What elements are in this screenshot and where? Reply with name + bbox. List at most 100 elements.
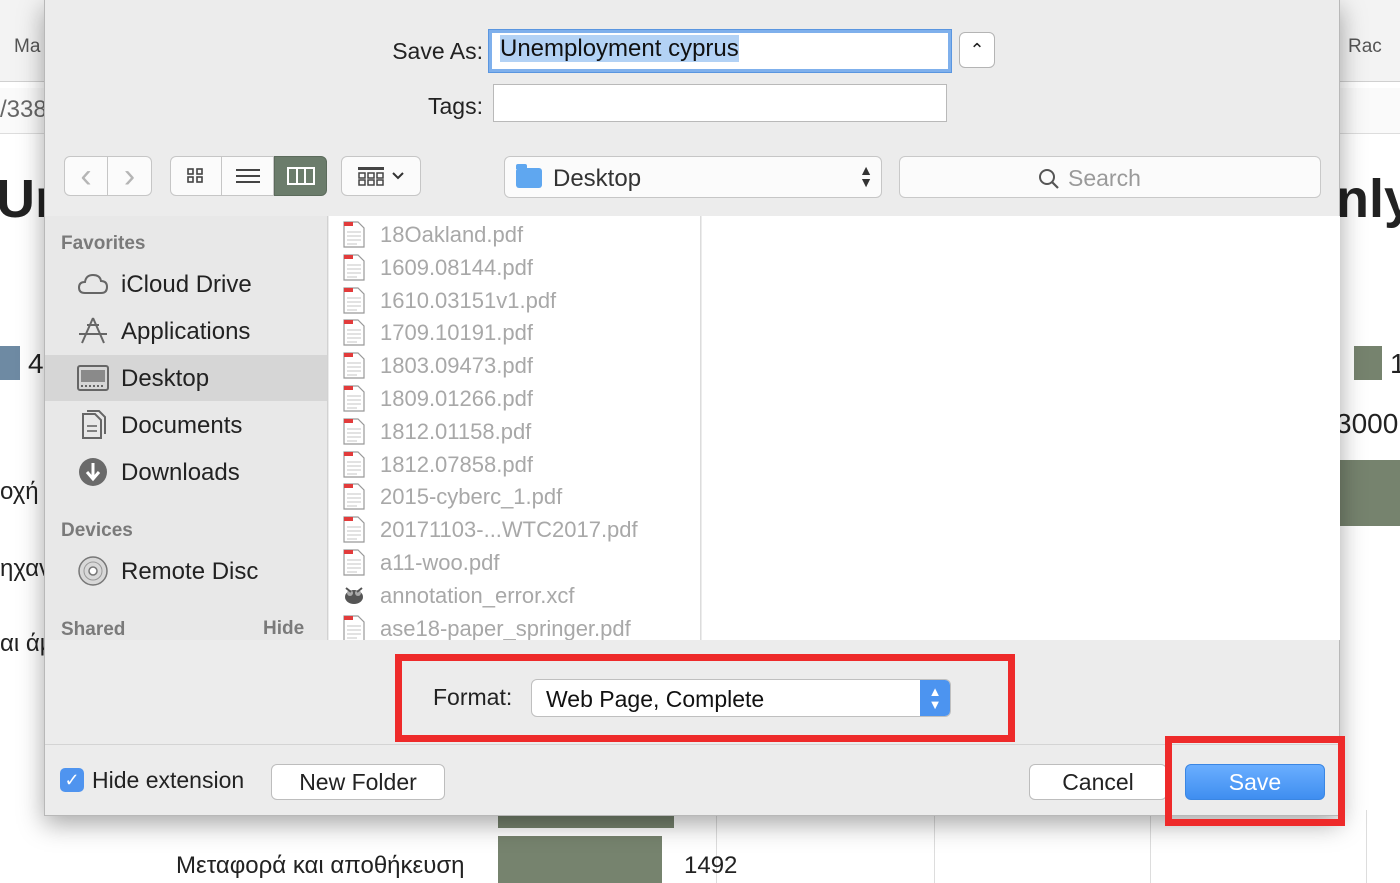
file-name: 1609.08144.pdf [380,254,533,280]
sidebar-hide-shared-button[interactable]: Hide [263,618,304,640]
file-row[interactable]: 1610.03151v1.pdf [329,284,700,317]
pdf-file-icon [343,319,365,346]
chart-gridline [1366,810,1367,883]
file-name: 1803.09473.pdf [380,353,533,379]
file-row[interactable]: 1803.09473.pdf [329,349,700,382]
pdf-file-icon [343,221,365,248]
file-row[interactable]: ase18-paper_springer.pdf [329,612,700,640]
pdf-file-icon [343,549,365,576]
sidebar-item-remote-disc[interactable]: Remote Disc [45,548,327,594]
file-row[interactable]: 2015-cyberc_1.pdf [329,480,700,513]
sidebar-item-downloads[interactable]: Downloads [45,449,327,495]
pdf-file-icon [343,516,365,543]
sidebar-item-label: Applications [121,318,251,345]
cloud-icon [77,273,109,294]
pdf-file-icon [343,614,365,640]
search-icon [1039,168,1059,189]
new-folder-button[interactable]: New Folder [271,764,445,800]
folder-icon [516,164,542,188]
arrange-button[interactable] [341,156,421,196]
file-name: 1709.10191.pdf [380,320,533,346]
sidebar-item-label: Downloads [121,459,240,486]
chart-gridline [1150,810,1151,883]
chevron-left-icon: ‹ [80,157,92,195]
legend-swatch-right [1354,346,1382,380]
highlight-box-save [1165,736,1345,826]
pdf-file-icon [343,254,365,281]
file-row[interactable]: 1709.10191.pdf [329,316,700,349]
disc-icon [78,556,108,586]
file-name: 1812.01158.pdf [380,418,532,444]
axis-value-right: 3000 [1336,408,1399,439]
up-down-arrows-icon: ▲ ▼ [859,162,873,190]
sidebar-item-icloud-drive[interactable]: iCloud Drive [45,261,327,307]
hide-extension-checkbox[interactable]: ✓ [60,768,84,792]
chevron-right-icon: › [123,157,136,195]
gimp-file-icon [345,587,363,604]
pdf-file-icon [343,286,365,314]
save-as-field[interactable]: Unemployment cyprus [489,30,951,72]
sidebar-item-label: Desktop [121,365,210,392]
arrange-icon [358,167,384,186]
browser-tab-right[interactable]: Rac [1348,36,1382,58]
sidebar-header-devices: Devices [61,520,133,541]
hide-extension-label[interactable]: Hide extension [92,767,244,794]
sidebar-item-desktop[interactable]: Desktop [45,355,327,401]
forward-button[interactable]: › [108,156,152,196]
file-row[interactable]: 18Oakland.pdf [329,218,700,251]
sidebar-item-label: iCloud Drive [121,271,252,298]
tags-field[interactable] [493,84,947,122]
file-name: 1812.07858.pdf [380,451,533,477]
grid-view-icon [187,168,203,183]
legend-value-left: 4 [28,348,44,379]
file-name: 20171103-...WTC2017.pdf [380,517,638,543]
divider [45,744,1341,745]
file-name: 1610.03151v1.pdf [380,287,557,313]
empty-column [702,216,1340,640]
chart-bar [498,836,662,883]
chart-category: οχή [0,478,39,505]
column-view-button[interactable] [274,156,327,196]
chart-value-bottom: 1492 [684,852,738,879]
file-row[interactable]: 1812.01158.pdf [329,415,700,448]
file-row[interactable]: 1809.01266.pdf [329,382,700,415]
chevron-down-icon [392,172,404,180]
file-row[interactable]: 1812.07858.pdf [329,448,700,481]
file-name: a11-woo.pdf [380,550,500,575]
browser-tab-left[interactable]: Ma [14,36,40,58]
highlight-box-format [395,654,1015,742]
legend-value-right: 1 [1390,348,1400,379]
pdf-file-icon [343,352,365,379]
tags-label: Tags: [428,93,483,119]
file-row[interactable]: a11-woo.pdf [329,546,700,579]
list-view-button[interactable] [222,156,274,196]
chevron-up-icon: ⌃ [969,40,985,60]
downloads-icon [79,458,107,486]
save-as-value: Unemployment cyprus [500,35,739,62]
list-view-icon [235,169,260,183]
file-row[interactable]: annotation_error.xcf [329,579,700,612]
file-row[interactable]: 1609.08144.pdf [329,251,700,284]
legend-swatch-left [0,346,20,380]
file-row[interactable]: 20171103-...WTC2017.pdf [329,513,700,546]
file-name: annotation_error.xcf [380,582,575,608]
sidebar-item-documents[interactable]: Documents [45,402,327,448]
sidebar-header-favorites: Favorites [61,233,146,254]
file-name: 18Oakland.pdf [380,222,524,247]
page-heading-right: nly [1336,169,1400,229]
sidebar-item-label: Documents [121,412,243,439]
pdf-file-icon [343,385,365,412]
back-button[interactable]: ‹ [64,156,108,196]
disclosure-button[interactable]: ⌃ [959,32,995,68]
cancel-button[interactable]: Cancel [1029,764,1167,800]
sidebar-item-label: Remote Disc [121,558,259,585]
file-name: 2015-cyberc_1.pdf [380,484,563,510]
search-field[interactable]: Search [899,156,1321,198]
save-as-label: Save As: [392,38,483,64]
desktop-icon [77,365,109,391]
save-dialog: Save As: Unemployment cyprus ⌃ Tags: ‹ › [44,0,1341,816]
sidebar-item-applications[interactable]: Applications [45,308,327,354]
location-popup[interactable]: Desktop ▲ ▼ [504,156,882,198]
chart-gridline [934,810,935,883]
icon-view-button[interactable] [170,156,222,196]
